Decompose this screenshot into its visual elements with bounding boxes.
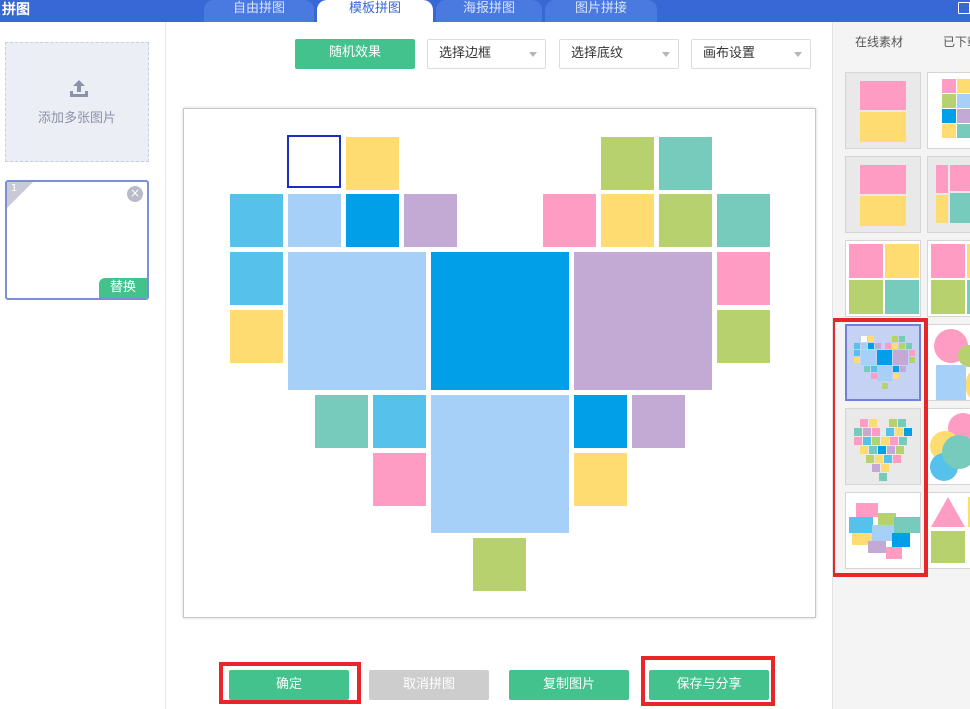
- photo-slot[interactable]: [717, 252, 770, 305]
- background-select[interactable]: 选择底纹: [559, 39, 679, 69]
- photo-slot[interactable]: [288, 194, 341, 247]
- border-select[interactable]: 选择边框: [427, 39, 546, 69]
- chevron-down-icon: [662, 52, 670, 57]
- tab-online-materials[interactable]: 在线素材: [855, 22, 903, 62]
- tab-image-stitch[interactable]: 图片拼接: [545, 0, 657, 22]
- photo-slot-selected[interactable]: [287, 135, 341, 188]
- photo-slot[interactable]: [574, 252, 712, 390]
- tab-free-collage[interactable]: 自由拼图: [204, 0, 314, 22]
- photo-slot[interactable]: [632, 395, 685, 448]
- highlight-box-confirm: [219, 662, 361, 704]
- photo-slot[interactable]: [431, 252, 569, 390]
- template-thumbnail[interactable]: [845, 72, 921, 149]
- photo-slot[interactable]: [315, 395, 368, 448]
- tab-template-collage[interactable]: 模板拼图: [317, 0, 433, 22]
- photo-slot[interactable]: [473, 538, 526, 591]
- collage-canvas[interactable]: [183, 108, 816, 618]
- photo-slot[interactable]: [431, 395, 569, 533]
- border-select-label: 选择边框: [439, 46, 492, 61]
- photo-slot[interactable]: [288, 252, 426, 390]
- template-thumbnail[interactable]: [927, 324, 970, 401]
- chevron-down-icon: [529, 52, 537, 57]
- photo-slot[interactable]: [659, 137, 712, 190]
- template-thumbnail[interactable]: [845, 156, 921, 233]
- add-images-label: 添加多张图片: [37, 111, 116, 126]
- close-icon[interactable]: ×: [127, 186, 143, 202]
- template-thumbnail[interactable]: [927, 240, 970, 317]
- photo-slot[interactable]: [574, 453, 627, 506]
- tab-downloaded[interactable]: 已下载: [943, 22, 970, 62]
- template-thumbnail[interactable]: [927, 492, 970, 569]
- photo-slot[interactable]: [601, 137, 654, 190]
- tab-poster-collage[interactable]: 海报拼图: [436, 0, 542, 22]
- chevron-down-icon: [794, 52, 802, 57]
- photo-slot[interactable]: [230, 194, 283, 247]
- collage-workspace: 随机效果 选择边框 选择底纹 画布设置 确定 取消拼图 复制图片 保存与分享: [167, 22, 831, 709]
- canvas-settings-select[interactable]: 画布设置: [691, 39, 811, 69]
- template-thumbnail[interactable]: [927, 72, 970, 149]
- photo-slot[interactable]: [346, 194, 399, 247]
- template-thumbnail[interactable]: [927, 156, 970, 233]
- image-thumbnail[interactable]: 1 × 替换: [5, 180, 149, 300]
- cancel-collage-button[interactable]: 取消拼图: [369, 670, 489, 700]
- photo-slot[interactable]: [717, 194, 770, 247]
- copy-image-button[interactable]: 复制图片: [509, 670, 629, 700]
- photo-slot[interactable]: [230, 252, 283, 305]
- photo-slot[interactable]: [346, 137, 399, 190]
- random-effect-button[interactable]: 随机效果: [295, 39, 415, 69]
- template-thumbnail[interactable]: [845, 240, 921, 317]
- app-title: 拼图: [2, 2, 30, 18]
- photo-slot[interactable]: [373, 395, 426, 448]
- background-select-label: 选择底纹: [571, 46, 624, 61]
- photo-slot[interactable]: [543, 194, 596, 247]
- image-list-panel: 添加多张图片 1 × 替换: [0, 22, 166, 709]
- photo-slot[interactable]: [373, 453, 426, 506]
- triangle-template-preview: [931, 497, 970, 563]
- photo-slot[interactable]: [404, 194, 457, 247]
- add-images-button[interactable]: 添加多张图片: [5, 42, 149, 162]
- photo-slot[interactable]: [574, 395, 627, 448]
- thumbnail-index: 1: [11, 183, 18, 194]
- highlight-box-save: [641, 656, 775, 706]
- window-maximize-icon[interactable]: [958, 2, 970, 14]
- template-thumbnail[interactable]: [927, 408, 970, 485]
- template-gallery-panel: 在线素材 已下载: [832, 22, 970, 709]
- photo-slot[interactable]: [717, 310, 770, 363]
- photo-slot[interactable]: [601, 194, 654, 247]
- photo-slot[interactable]: [659, 194, 712, 247]
- photo-slot[interactable]: [230, 310, 283, 363]
- top-bar: 拼图 自由拼图 模板拼图 海报拼图 图片拼接: [0, 0, 970, 22]
- highlight-box-templates: [833, 318, 928, 577]
- replace-button[interactable]: 替换: [99, 278, 147, 298]
- upload-icon: [70, 80, 88, 97]
- canvas-settings-label: 画布设置: [703, 46, 756, 61]
